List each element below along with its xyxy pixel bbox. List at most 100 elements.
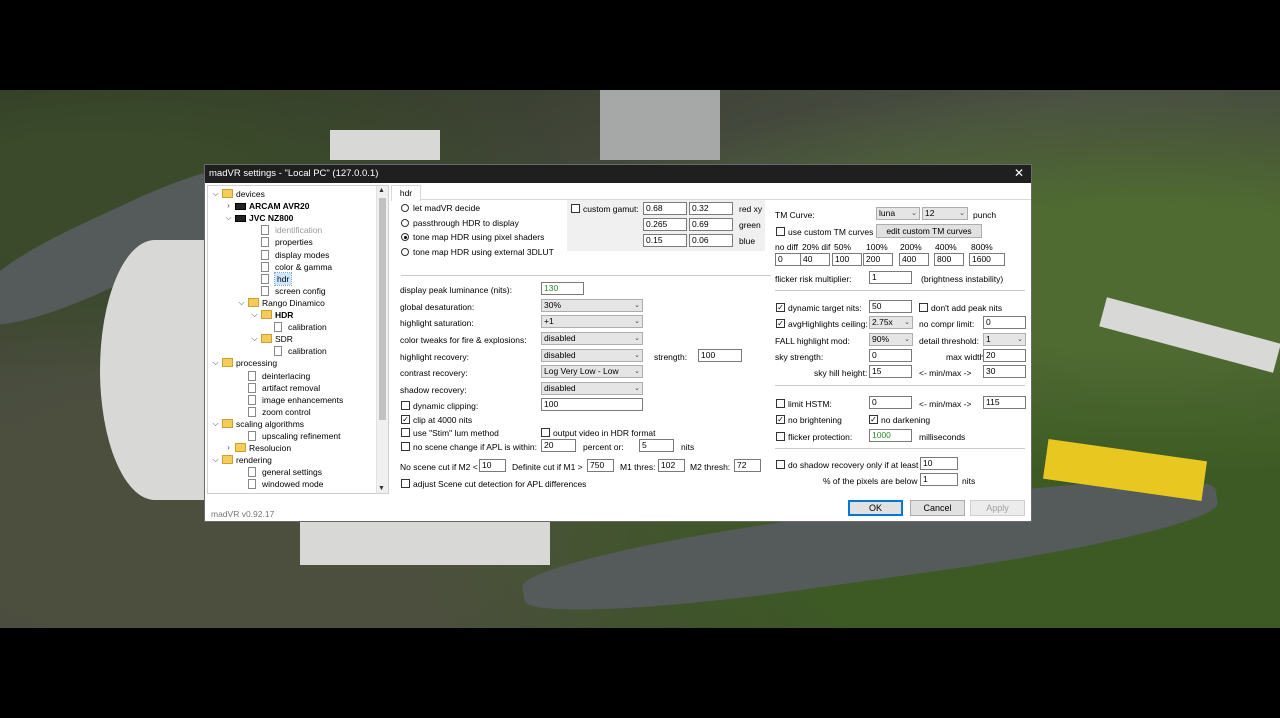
chevron-down-icon[interactable]: ⌵ [211,418,220,430]
detail-thresh-dropdown[interactable]: 1 ⌄ [983,333,1026,346]
limit-hstm-checkbox[interactable] [776,399,785,408]
tab-hdr[interactable]: hdr [391,185,421,201]
tree-node[interactable]: artifact removal [208,382,376,394]
clip4000-checkbox[interactable]: ✓ [401,415,410,424]
close-icon[interactable]: ✕ [1014,166,1024,180]
tree-node[interactable]: ⌵ SDR [208,333,376,345]
shadow-only-input[interactable]: 10 [920,457,958,470]
m1-thres-input[interactable]: 102 [658,459,685,472]
custom-tm-checkbox[interactable] [776,227,785,236]
no-brightening-checkbox[interactable]: ✓ [776,415,785,424]
chevron-down-icon[interactable]: ⌵ [224,212,233,224]
strength-input[interactable]: 100 [698,349,742,362]
highlight-sat-dropdown[interactable]: +1 ⌄ [541,315,643,328]
scroll-down-icon[interactable]: ▼ [378,485,385,492]
tree-node[interactable]: calibration [208,321,376,333]
level-input[interactable]: 100 [832,253,862,266]
gamut-blue-y[interactable]: 0.06 [689,234,733,247]
mode-radio[interactable] [401,247,409,256]
flicker-risk-input[interactable]: 1 [869,271,912,284]
chevron-down-icon[interactable]: ⌵ [211,188,220,200]
tree-node[interactable]: ⌵ Rango Dinamico [208,297,376,309]
sky-strength-input[interactable]: 0 [869,349,912,362]
tree-node[interactable]: identification [208,224,376,236]
mode-radio[interactable] [401,204,409,212]
no-compr-input[interactable]: 0 [983,316,1026,329]
custom-gamut-checkbox[interactable] [571,204,580,213]
avg-ceiling-dropdown[interactable]: 2.75x ⌄ [869,316,913,329]
tree-node[interactable]: image enhancements [208,394,376,406]
display-peak-input[interactable]: 130 [541,282,584,295]
gamut-red-y[interactable]: 0.32 [689,202,733,215]
shadow-recovery-dropdown[interactable]: disabled ⌄ [541,382,643,395]
dynamic-clipping-input[interactable]: 100 [541,398,643,411]
scroll-up-icon[interactable]: ▲ [378,187,385,194]
flicker-protection-checkbox[interactable] [776,432,785,441]
global-desat-dropdown[interactable]: 30% ⌄ [541,299,643,312]
tree-node[interactable]: ⌵ devices [208,188,376,200]
gamut-blue-x[interactable]: 0.15 [643,234,687,247]
no-scene-change-nits[interactable]: 5 [639,439,674,452]
gamut-red-x[interactable]: 0.68 [643,202,687,215]
tree-node[interactable]: hdr [208,271,376,286]
highlight-recovery-dropdown[interactable]: disabled ⌄ [541,349,643,362]
no-scene-change-checkbox[interactable] [401,442,410,451]
dont-add-peak-checkbox[interactable] [919,303,928,312]
tree-node[interactable]: ⌵ HDR [208,309,376,321]
mode-radio[interactable] [401,233,409,241]
tree-node[interactable]: › Resolucion [208,442,376,454]
scrollbar-thumb[interactable] [379,198,386,420]
tree-node[interactable]: ⌵ JVC NZ800 [208,212,376,224]
sky-hill-input[interactable]: 15 [869,365,912,378]
tree-node[interactable]: ⌵ scaling algorithms [208,418,376,430]
tm-curve-number-dropdown[interactable]: 12 ⌄ [922,207,968,220]
mode-radio[interactable] [401,218,409,227]
chevron-down-icon[interactable]: ⌵ [211,357,220,369]
dynamic-clipping-checkbox[interactable] [401,401,410,410]
tree-node[interactable]: deinterlacing [208,370,376,382]
apply-button[interactable]: Apply [970,500,1025,516]
tree-node[interactable]: display modes [208,249,376,261]
shadow-only-checkbox[interactable] [776,460,785,469]
chevron-right-icon[interactable]: › [224,200,233,212]
tree-node[interactable]: color & gamma [208,261,376,273]
pixels-below-input[interactable]: 1 [920,473,958,486]
tree-node[interactable]: › ARCAM AVR20 [208,200,376,212]
edit-tm-curves-button[interactable]: edit custom TM curves [876,224,982,238]
sky-hill-max-input[interactable]: 30 [983,365,1026,378]
fall-mod-dropdown[interactable]: 90% ⌄ [869,333,913,346]
avg-ceiling-checkbox[interactable]: ✓ [776,319,785,328]
level-input[interactable]: 800 [934,253,964,266]
chevron-down-icon[interactable]: ⌵ [250,333,259,345]
chevron-down-icon[interactable]: ⌵ [211,454,220,466]
no-darkening-checkbox[interactable]: ✓ [869,415,878,424]
dyn-target-checkbox[interactable]: ✓ [776,303,785,312]
level-input[interactable]: 400 [899,253,929,266]
gamut-green-x[interactable]: 0.265 [643,218,687,231]
contrast-recovery-dropdown[interactable]: Log Very Low - Low ⌄ [541,365,643,378]
adjust-cut-checkbox[interactable] [401,479,410,488]
tree-node[interactable]: properties [208,236,376,248]
limit-hstm-input[interactable]: 0 [869,396,912,409]
tree-node[interactable]: general settings [208,466,376,478]
stim-checkbox[interactable] [401,428,410,437]
level-input[interactable]: 1600 [969,253,1005,266]
max-width-input[interactable]: 20 [983,349,1026,362]
no-scene-cut-input[interactable]: 10 [479,459,506,472]
tree-node[interactable]: zoom control [208,406,376,418]
output-hdr-checkbox[interactable] [541,428,550,437]
chevron-right-icon[interactable]: › [224,442,233,454]
tree-node[interactable]: ⌵ processing [208,357,376,369]
dyn-target-input[interactable]: 50 [869,300,912,313]
definite-cut-input[interactable]: 750 [587,459,614,472]
m2-thresh-input[interactable]: 72 [734,459,761,472]
level-input[interactable]: 40 [800,253,830,266]
no-scene-change-percent[interactable]: 20 [541,439,576,452]
tree-node[interactable]: upscaling refinement [208,430,376,442]
tree-node[interactable]: screen config [208,285,376,297]
chevron-down-icon[interactable]: ⌵ [237,297,246,309]
tm-curve-dropdown[interactable]: luna ⌄ [876,207,920,220]
tree-node[interactable]: calibration [208,345,376,357]
chevron-down-icon[interactable]: ⌵ [250,309,259,321]
level-input[interactable]: 200 [863,253,893,266]
